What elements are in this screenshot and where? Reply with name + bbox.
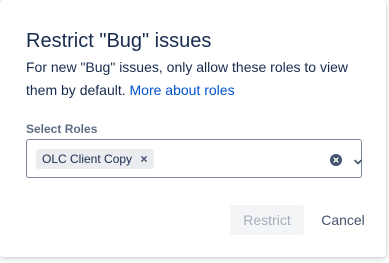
- role-chip: OLC Client Copy: [36, 149, 155, 169]
- restrict-button[interactable]: Restrict: [230, 205, 304, 235]
- cancel-button[interactable]: Cancel: [312, 205, 374, 235]
- roles-select[interactable]: OLC Client Copy: [26, 139, 362, 178]
- dialog-title: Restrict "Bug" issues: [26, 30, 212, 52]
- select-roles-label: Select Roles: [26, 122, 98, 136]
- chip-remove-icon[interactable]: [138, 153, 150, 165]
- clear-selection-icon[interactable]: [330, 153, 342, 166]
- chevron-down-icon[interactable]: [353, 154, 363, 165]
- role-chip-label: OLC Client Copy: [42, 152, 133, 166]
- restrict-issues-dialog: Restrict "Bug" issues For new "Bug" issu…: [0, 0, 386, 257]
- more-about-roles-link[interactable]: More about roles: [130, 82, 235, 98]
- dialog-description: For new "Bug" issues, only allow these r…: [26, 56, 366, 102]
